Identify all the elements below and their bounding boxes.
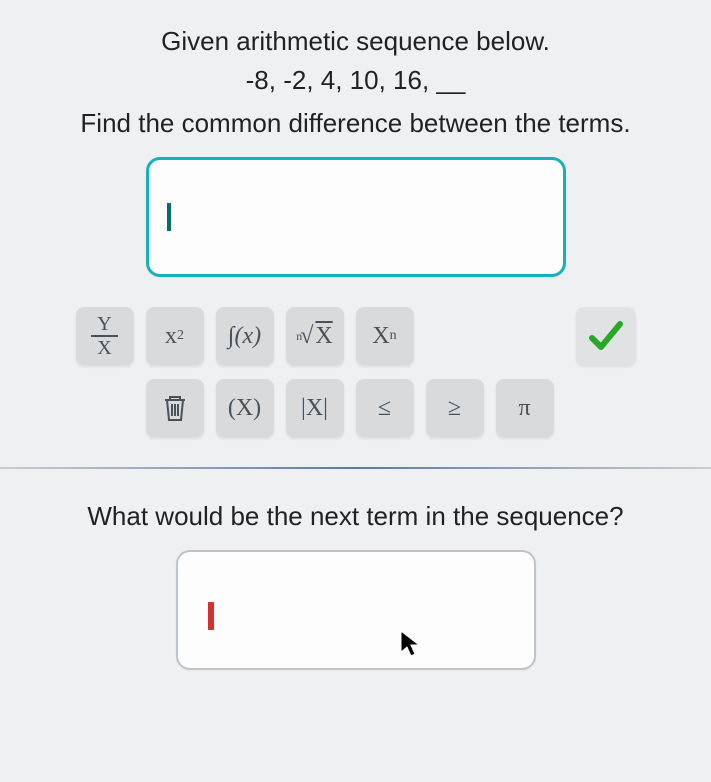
le-label: ≤ bbox=[378, 395, 391, 422]
function-label: ∫(x) bbox=[228, 323, 261, 350]
trash-button[interactable] bbox=[146, 379, 204, 437]
pi-label: π bbox=[518, 395, 530, 422]
paren-label: (X) bbox=[228, 395, 261, 422]
fraction-button[interactable]: Y X bbox=[76, 307, 134, 365]
abs-label: |X| bbox=[301, 395, 328, 422]
subscript-button[interactable]: Xn bbox=[356, 307, 414, 365]
math-toolbar: Y X x2 ∫(x) n √ X Xn bbox=[76, 307, 636, 437]
text-cursor-2 bbox=[208, 602, 214, 630]
question-1: Find the common difference between the t… bbox=[0, 108, 711, 139]
sequence-text: -8, -2, 4, 10, 16, __ bbox=[0, 65, 711, 96]
trash-icon bbox=[161, 393, 189, 423]
function-button[interactable]: ∫(x) bbox=[216, 307, 274, 365]
ge-label: ≥ bbox=[448, 395, 461, 422]
power-base: x bbox=[165, 323, 177, 350]
answer-input-2[interactable] bbox=[176, 550, 536, 670]
answer-input-1[interactable] bbox=[146, 157, 566, 277]
problem-intro: Given arithmetic sequence below. bbox=[0, 26, 711, 57]
parentheses-button[interactable]: (X) bbox=[216, 379, 274, 437]
root-symbol: √ bbox=[300, 323, 313, 350]
greater-equal-button[interactable]: ≥ bbox=[426, 379, 484, 437]
subscript-n: n bbox=[390, 328, 397, 344]
section-divider bbox=[0, 467, 711, 469]
text-cursor bbox=[167, 203, 171, 231]
absolute-value-button[interactable]: |X| bbox=[286, 379, 344, 437]
submit-check-button[interactable] bbox=[576, 307, 636, 365]
pi-button[interactable]: π bbox=[496, 379, 554, 437]
fraction-num: Y bbox=[91, 313, 117, 337]
nth-root-button[interactable]: n √ X bbox=[286, 307, 344, 365]
less-equal-button[interactable]: ≤ bbox=[356, 379, 414, 437]
question-2: What would be the next term in the seque… bbox=[0, 501, 711, 532]
power-exp: 2 bbox=[177, 328, 184, 344]
root-x: X bbox=[313, 323, 332, 350]
subscript-base: X bbox=[372, 323, 389, 350]
power-button[interactable]: x2 bbox=[146, 307, 204, 365]
check-icon bbox=[586, 316, 626, 356]
fraction-den: X bbox=[91, 337, 117, 359]
